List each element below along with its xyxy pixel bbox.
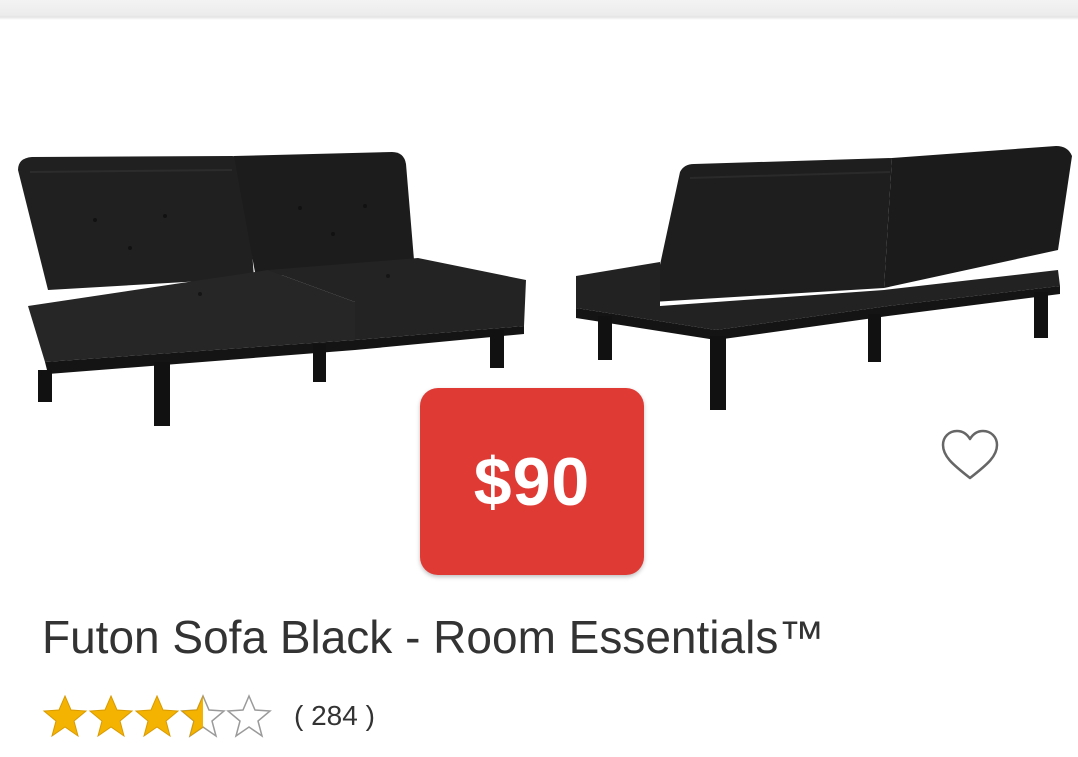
star-filled-icon [88,694,134,738]
favorite-button[interactable] [940,428,1000,484]
sofa-reclined-view [576,146,1072,410]
sofa-upright-view [18,152,526,426]
price-badge: $90 [420,388,644,575]
star-filled-icon [42,694,88,738]
star-filled-icon [134,694,180,738]
top-bar-shadow [0,0,1078,20]
star-rating [42,694,272,738]
product-image[interactable] [0,130,1078,430]
review-count[interactable]: ( 284 ) [294,700,375,732]
price-label: $90 [473,443,591,520]
heart-outline-icon [941,429,999,480]
rating-row[interactable]: ( 284 ) [42,693,375,739]
star-half-icon [180,694,226,738]
product-title[interactable]: Futon Sofa Black - Room Essentials™ [42,610,824,664]
star-outline-icon [226,694,272,738]
